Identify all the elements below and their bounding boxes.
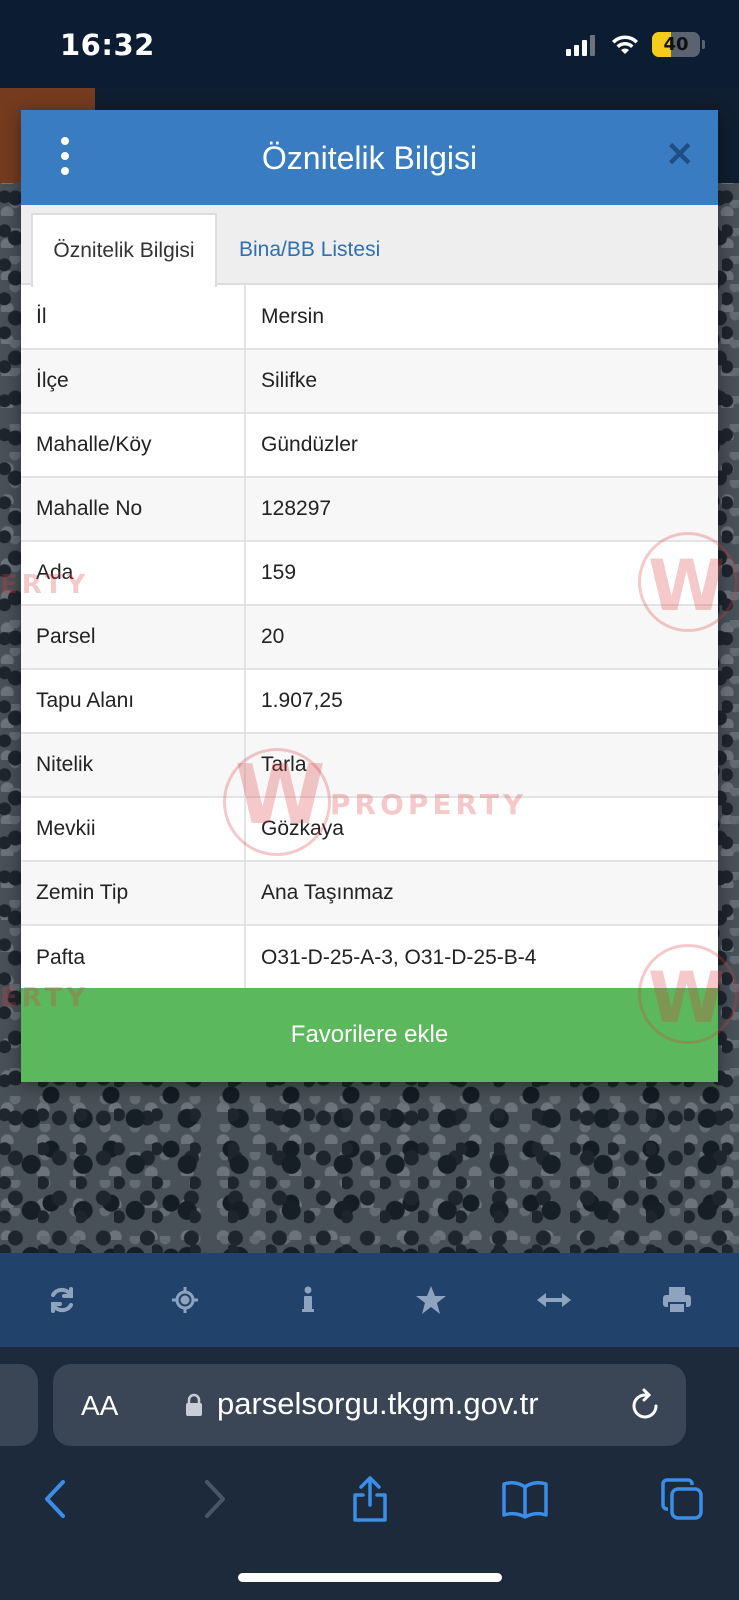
attribute-value: 20	[245, 604, 718, 669]
attribute-value: O31-D-25-A-3, O31-D-25-B-4	[245, 924, 718, 989]
attribute-key: Ada	[21, 540, 246, 605]
attribute-key: Parsel	[21, 604, 246, 669]
measure-icon[interactable]	[534, 1280, 574, 1320]
chevron-left-icon	[45, 1480, 65, 1518]
status-icons: 40	[566, 32, 705, 57]
share-icon	[353, 1476, 387, 1522]
text-size-label: AA	[81, 1390, 119, 1421]
attribute-key: Tapu Alanı	[21, 668, 246, 733]
browser-chrome: AA parselsorgu.tkgm.gov.tr	[0, 1347, 739, 1600]
book-icon	[502, 1481, 548, 1519]
text-size-button[interactable]: AA	[81, 1390, 118, 1422]
attribute-key: İlçe	[21, 348, 246, 413]
url-text: parselsorgu.tkgm.gov.tr	[217, 1386, 539, 1421]
forward-button[interactable]	[188, 1472, 242, 1526]
attribute-value: Gözkaya	[245, 796, 718, 861]
tab-attribute-info[interactable]: Öznitelik Bilgisi	[31, 213, 217, 287]
battery-cap	[702, 40, 705, 49]
map-toolbar	[0, 1253, 739, 1347]
table-row: Ada 159	[21, 540, 718, 605]
tabs-icon	[661, 1478, 703, 1520]
wifi-icon	[612, 34, 638, 54]
attribute-info-modal: Öznitelik Bilgisi ✕ Öznitelik Bilgisi Bi…	[21, 110, 718, 1082]
attribute-table: İl Mersin İlçe Silifke Mahalle/Köy Gündüzler M…	[21, 285, 718, 989]
table-row: Mevkii Gözkaya	[21, 796, 718, 861]
previous-tab-preview[interactable]	[0, 1364, 38, 1446]
table-row: Tapu Alanı 1.907,25	[21, 668, 718, 733]
table-row: Mahalle/Köy Gündüzler	[21, 412, 718, 477]
back-button[interactable]	[28, 1472, 82, 1526]
battery-level: 40	[663, 34, 689, 55]
attribute-key: Mahalle/Köy	[21, 412, 246, 477]
attribute-key: Pafta	[21, 924, 246, 989]
attribute-key: Nitelik	[21, 732, 246, 797]
bookmarks-button[interactable]	[498, 1472, 552, 1526]
table-row: İlçe Silifke	[21, 348, 718, 413]
table-row: Pafta O31-D-25-A-3, O31-D-25-B-4	[21, 924, 718, 989]
browser-nav-row	[0, 1472, 739, 1532]
status-bar: 16:32 40	[0, 0, 739, 88]
battery-icon: 40	[652, 32, 700, 57]
table-row: Parsel 20	[21, 604, 718, 669]
attribute-value: Gündüzler	[245, 412, 718, 477]
attribute-value: Mersin	[261, 304, 325, 328]
attribute-value: Ana Taşınmaz	[245, 860, 718, 925]
attribute-key: Mevkii	[21, 796, 246, 861]
print-icon[interactable]	[657, 1280, 697, 1320]
attribute-key: İl	[21, 285, 246, 349]
attribute-value: Tarla	[245, 732, 718, 797]
star-icon[interactable]	[411, 1280, 451, 1320]
table-row: Nitelik Tarla	[21, 732, 718, 797]
add-to-favorites-button[interactable]: Favorilere ekle	[21, 988, 718, 1082]
table-row: Mahalle No 128297	[21, 476, 718, 541]
lock-icon	[186, 1393, 202, 1416]
close-icon[interactable]: ✕	[666, 138, 695, 172]
attribute-value: 1.907,25	[245, 668, 718, 733]
attribute-key: Zemin Tip	[21, 860, 246, 925]
attribute-value: 128297	[245, 476, 718, 541]
tab-building-list[interactable]: Bina/BB Listesi	[239, 213, 380, 287]
refresh-icon[interactable]	[42, 1280, 82, 1320]
tab-strip: Öznitelik Bilgisi Bina/BB Listesi	[21, 205, 718, 287]
home-indicator	[238, 1573, 502, 1582]
attribute-value: Silifke	[245, 348, 718, 413]
modal-title: Öznitelik Bilgisi	[261, 140, 478, 176]
share-button[interactable]	[343, 1472, 397, 1526]
tabs-button[interactable]	[655, 1472, 709, 1526]
cellular-signal-icon	[566, 34, 595, 56]
modal-header: Öznitelik Bilgisi ✕	[21, 110, 718, 205]
attribute-key: Mahalle No	[21, 476, 246, 541]
table-row: İl Mersin	[21, 285, 718, 349]
chevron-right-icon	[205, 1480, 225, 1518]
address-bar[interactable]: AA parselsorgu.tkgm.gov.tr	[53, 1364, 686, 1446]
info-icon[interactable]	[288, 1280, 328, 1320]
status-time: 16:32	[60, 28, 155, 62]
locate-icon[interactable]	[165, 1280, 205, 1320]
attribute-value: 159	[245, 540, 718, 605]
table-row: Zemin Tip Ana Taşınmaz	[21, 860, 718, 925]
reload-icon[interactable]	[630, 1387, 662, 1421]
